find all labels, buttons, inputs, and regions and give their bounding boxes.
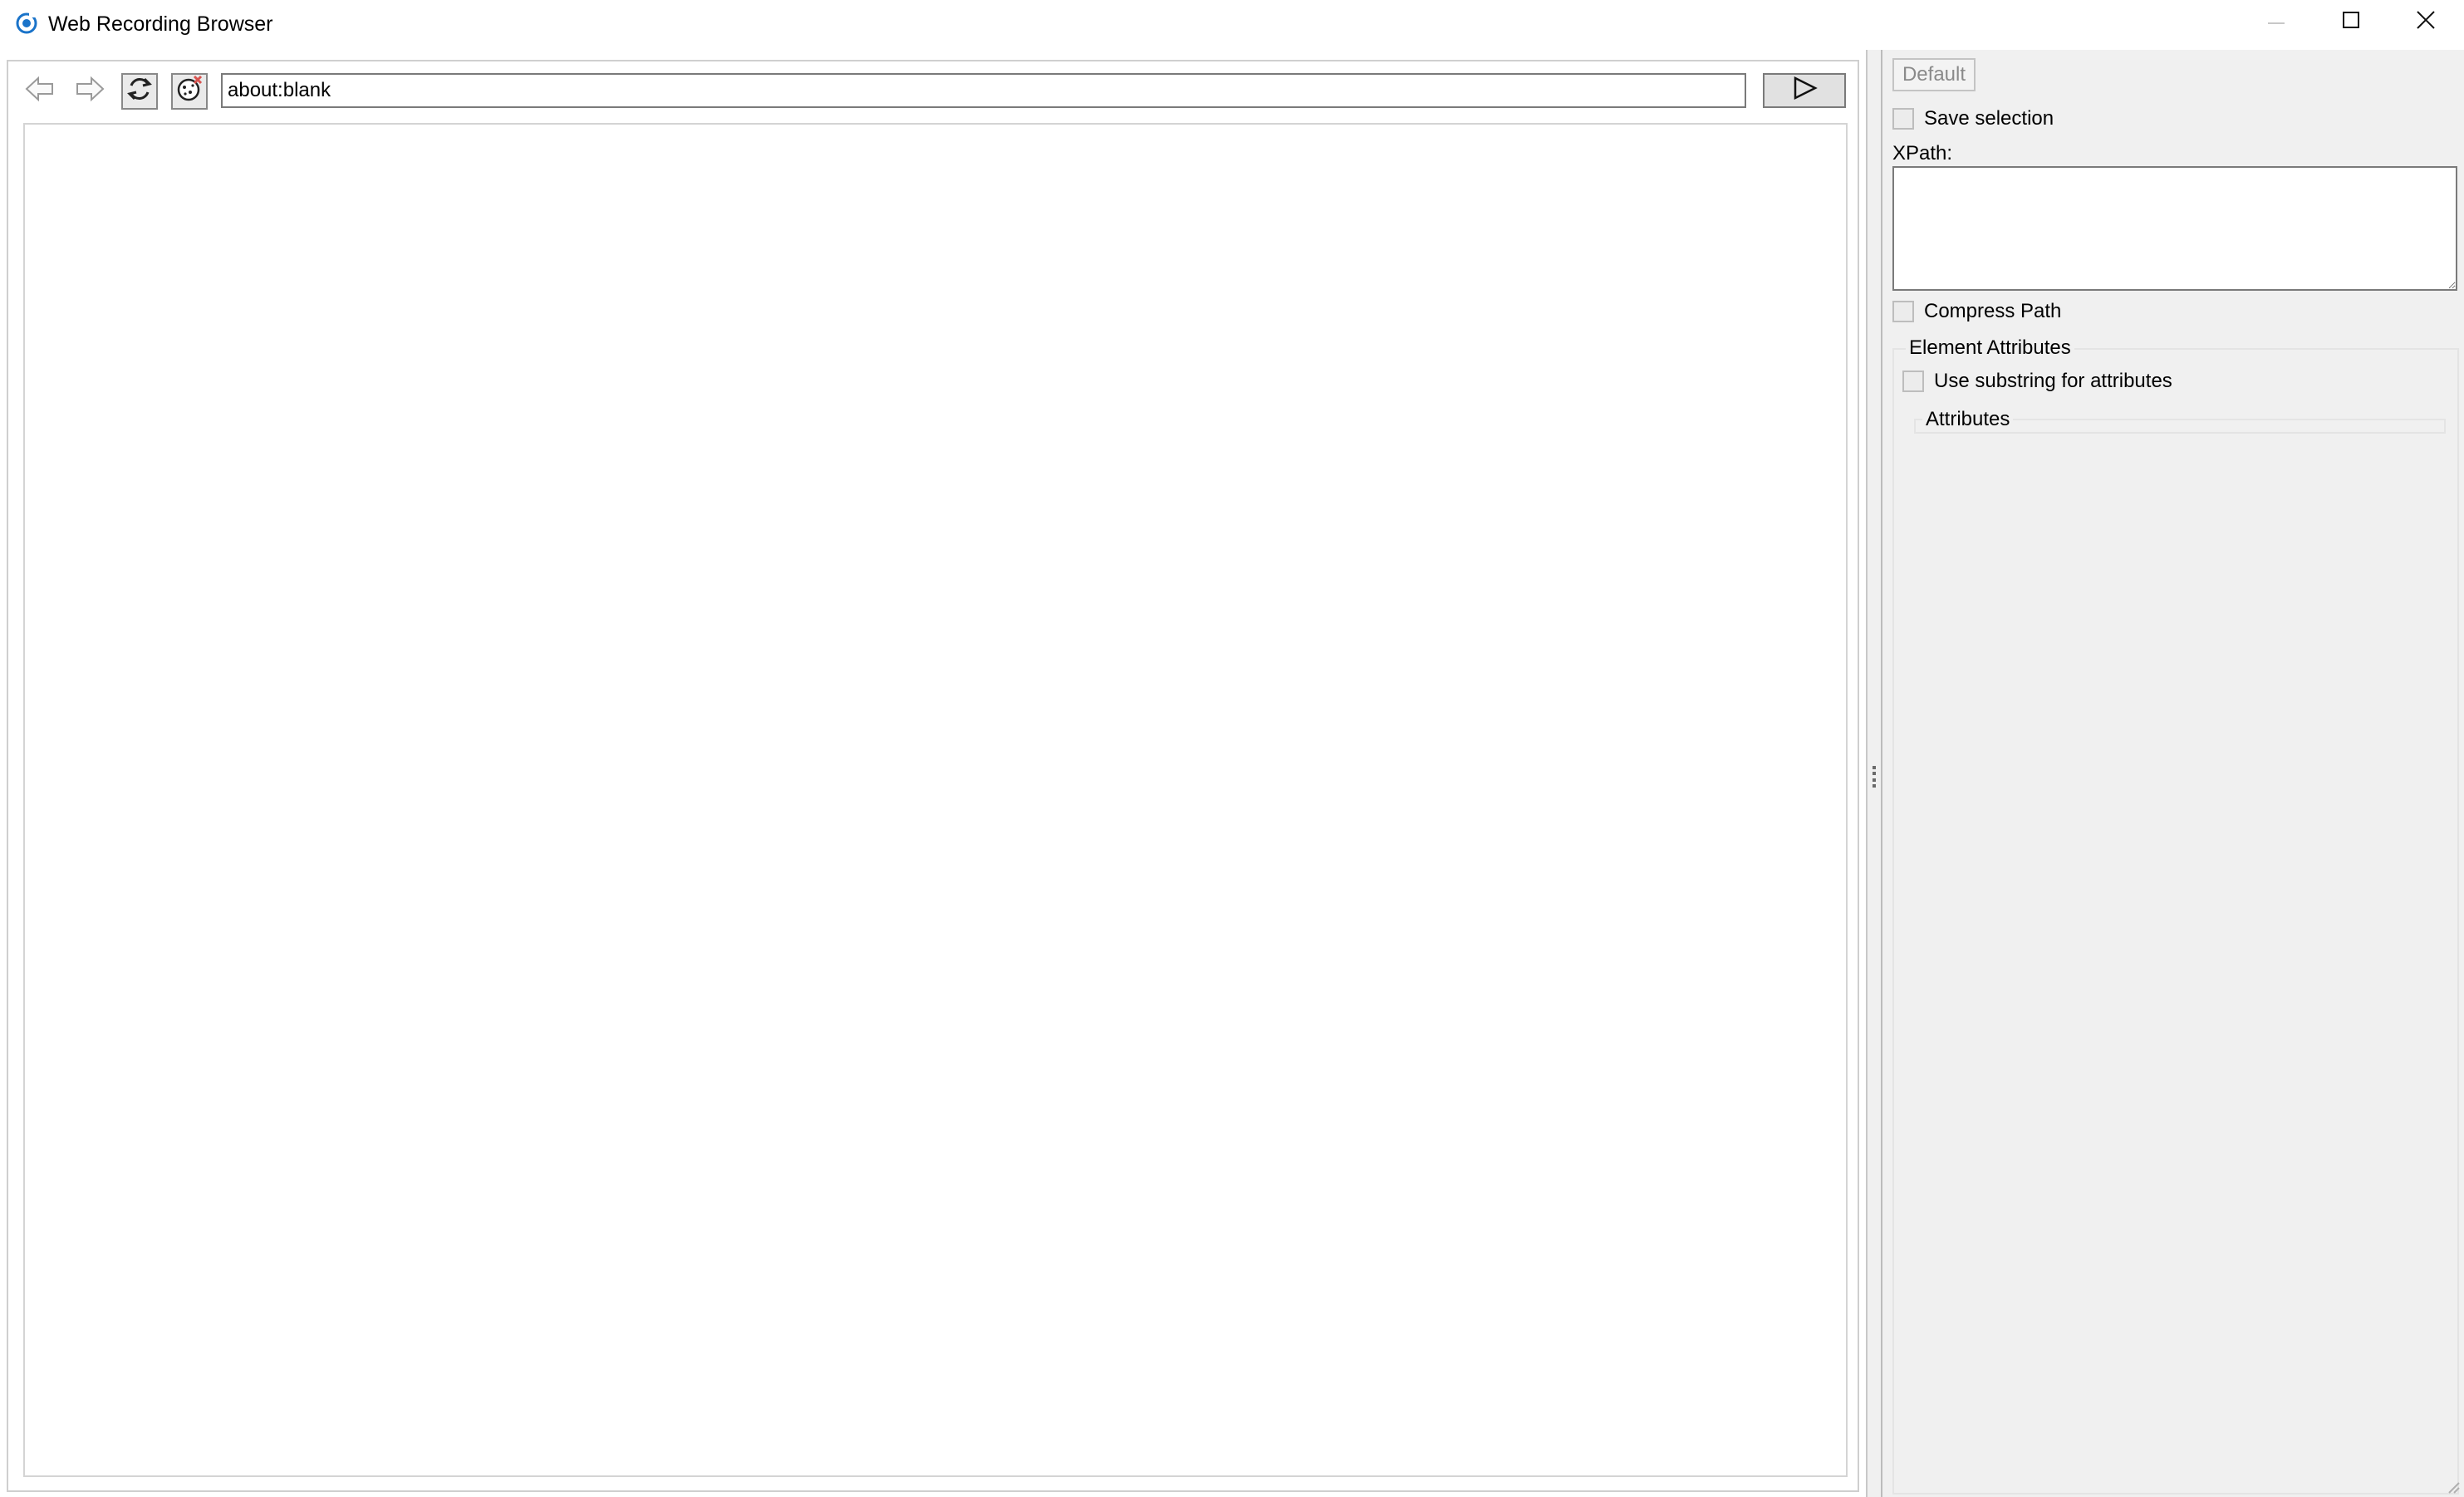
element-attributes-label: Element Attributes [1906, 336, 2074, 361]
use-substring-checkbox[interactable] [1902, 371, 1924, 392]
window-title: Web Recording Browser [48, 12, 273, 36]
app-logo-icon [15, 12, 38, 35]
panel-splitter[interactable] [1866, 50, 1882, 1497]
xpath-field[interactable] [1892, 166, 2457, 291]
use-substring-label: Use substring for attributes [1934, 370, 2172, 392]
save-selection-checkbox[interactable] [1892, 108, 1914, 130]
clear-cookies-icon [174, 74, 204, 110]
xpath-label: XPath: [1892, 142, 1953, 164]
element-attributes-group [1892, 348, 2459, 1495]
browser-viewport[interactable] [23, 123, 1848, 1477]
back-arrow-icon [23, 74, 56, 110]
play-triangle-icon [1790, 76, 1819, 106]
minimize-icon [2266, 10, 2286, 36]
refresh-icon [125, 74, 155, 110]
close-button[interactable] [2388, 0, 2464, 45]
refresh-button[interactable] [121, 73, 158, 110]
forward-button[interactable] [71, 73, 108, 110]
save-selection-label: Save selection [1924, 107, 2054, 130]
compress-path-label: Compress Path [1924, 300, 2062, 322]
maximize-icon [2341, 10, 2361, 36]
minimize-button[interactable] [2238, 0, 2314, 45]
splitter-grip-icon [1872, 766, 1877, 788]
browser-frame [7, 60, 1859, 1492]
default-button[interactable]: Default [1892, 58, 1976, 91]
forward-arrow-icon [73, 74, 106, 110]
back-button[interactable] [22, 73, 58, 110]
compress-path-checkbox[interactable] [1892, 301, 1914, 322]
maximize-button[interactable] [2313, 0, 2389, 45]
title-bar: Web Recording Browser [0, 0, 2464, 48]
clear-cookies-button[interactable] [171, 73, 208, 110]
attributes-label: Attributes [1922, 407, 2014, 432]
close-icon [2415, 9, 2437, 37]
url-input[interactable] [221, 73, 1746, 108]
go-button[interactable] [1763, 73, 1846, 108]
resize-grip-icon[interactable] [2444, 1477, 2461, 1494]
selection-panel: Default Save selection XPath: Compress P… [1882, 50, 2464, 1497]
